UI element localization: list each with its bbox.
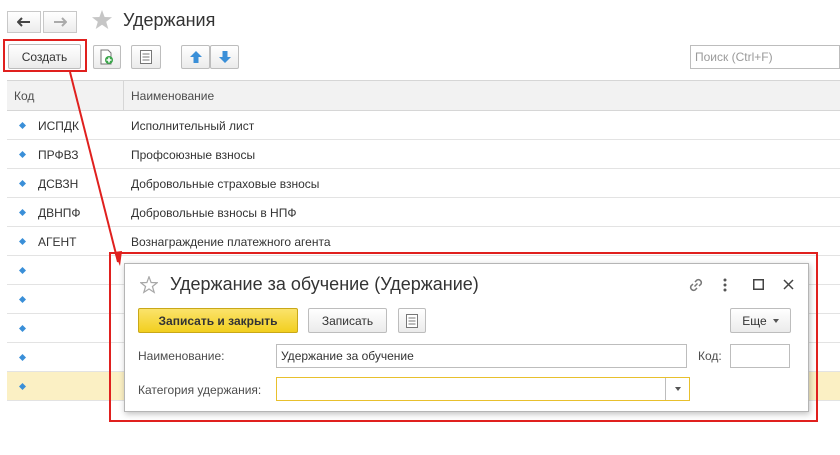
dialog-highlight-frame bbox=[109, 252, 818, 422]
